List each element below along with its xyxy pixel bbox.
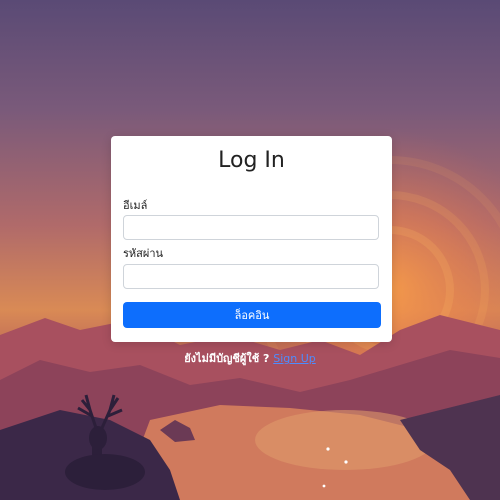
password-input[interactable] bbox=[123, 264, 379, 289]
signup-prompt-text: ยังไม่มีบัญชีผู้ใช้ ? bbox=[184, 352, 270, 365]
email-label: อีเมล์ bbox=[123, 199, 148, 212]
email-input[interactable] bbox=[123, 215, 379, 240]
signup-prompt-line: ยังไม่มีบัญชีผู้ใช้ ? Sign Up bbox=[0, 349, 500, 367]
login-button[interactable]: ล็อคอิน bbox=[123, 302, 381, 328]
login-card: Log In อีเมล์ รหัสผ่าน ล็อคอิน bbox=[111, 136, 392, 342]
signup-link[interactable]: Sign Up bbox=[273, 352, 316, 365]
password-label: รหัสผ่าน bbox=[123, 247, 164, 260]
login-title: Log In bbox=[218, 148, 285, 173]
